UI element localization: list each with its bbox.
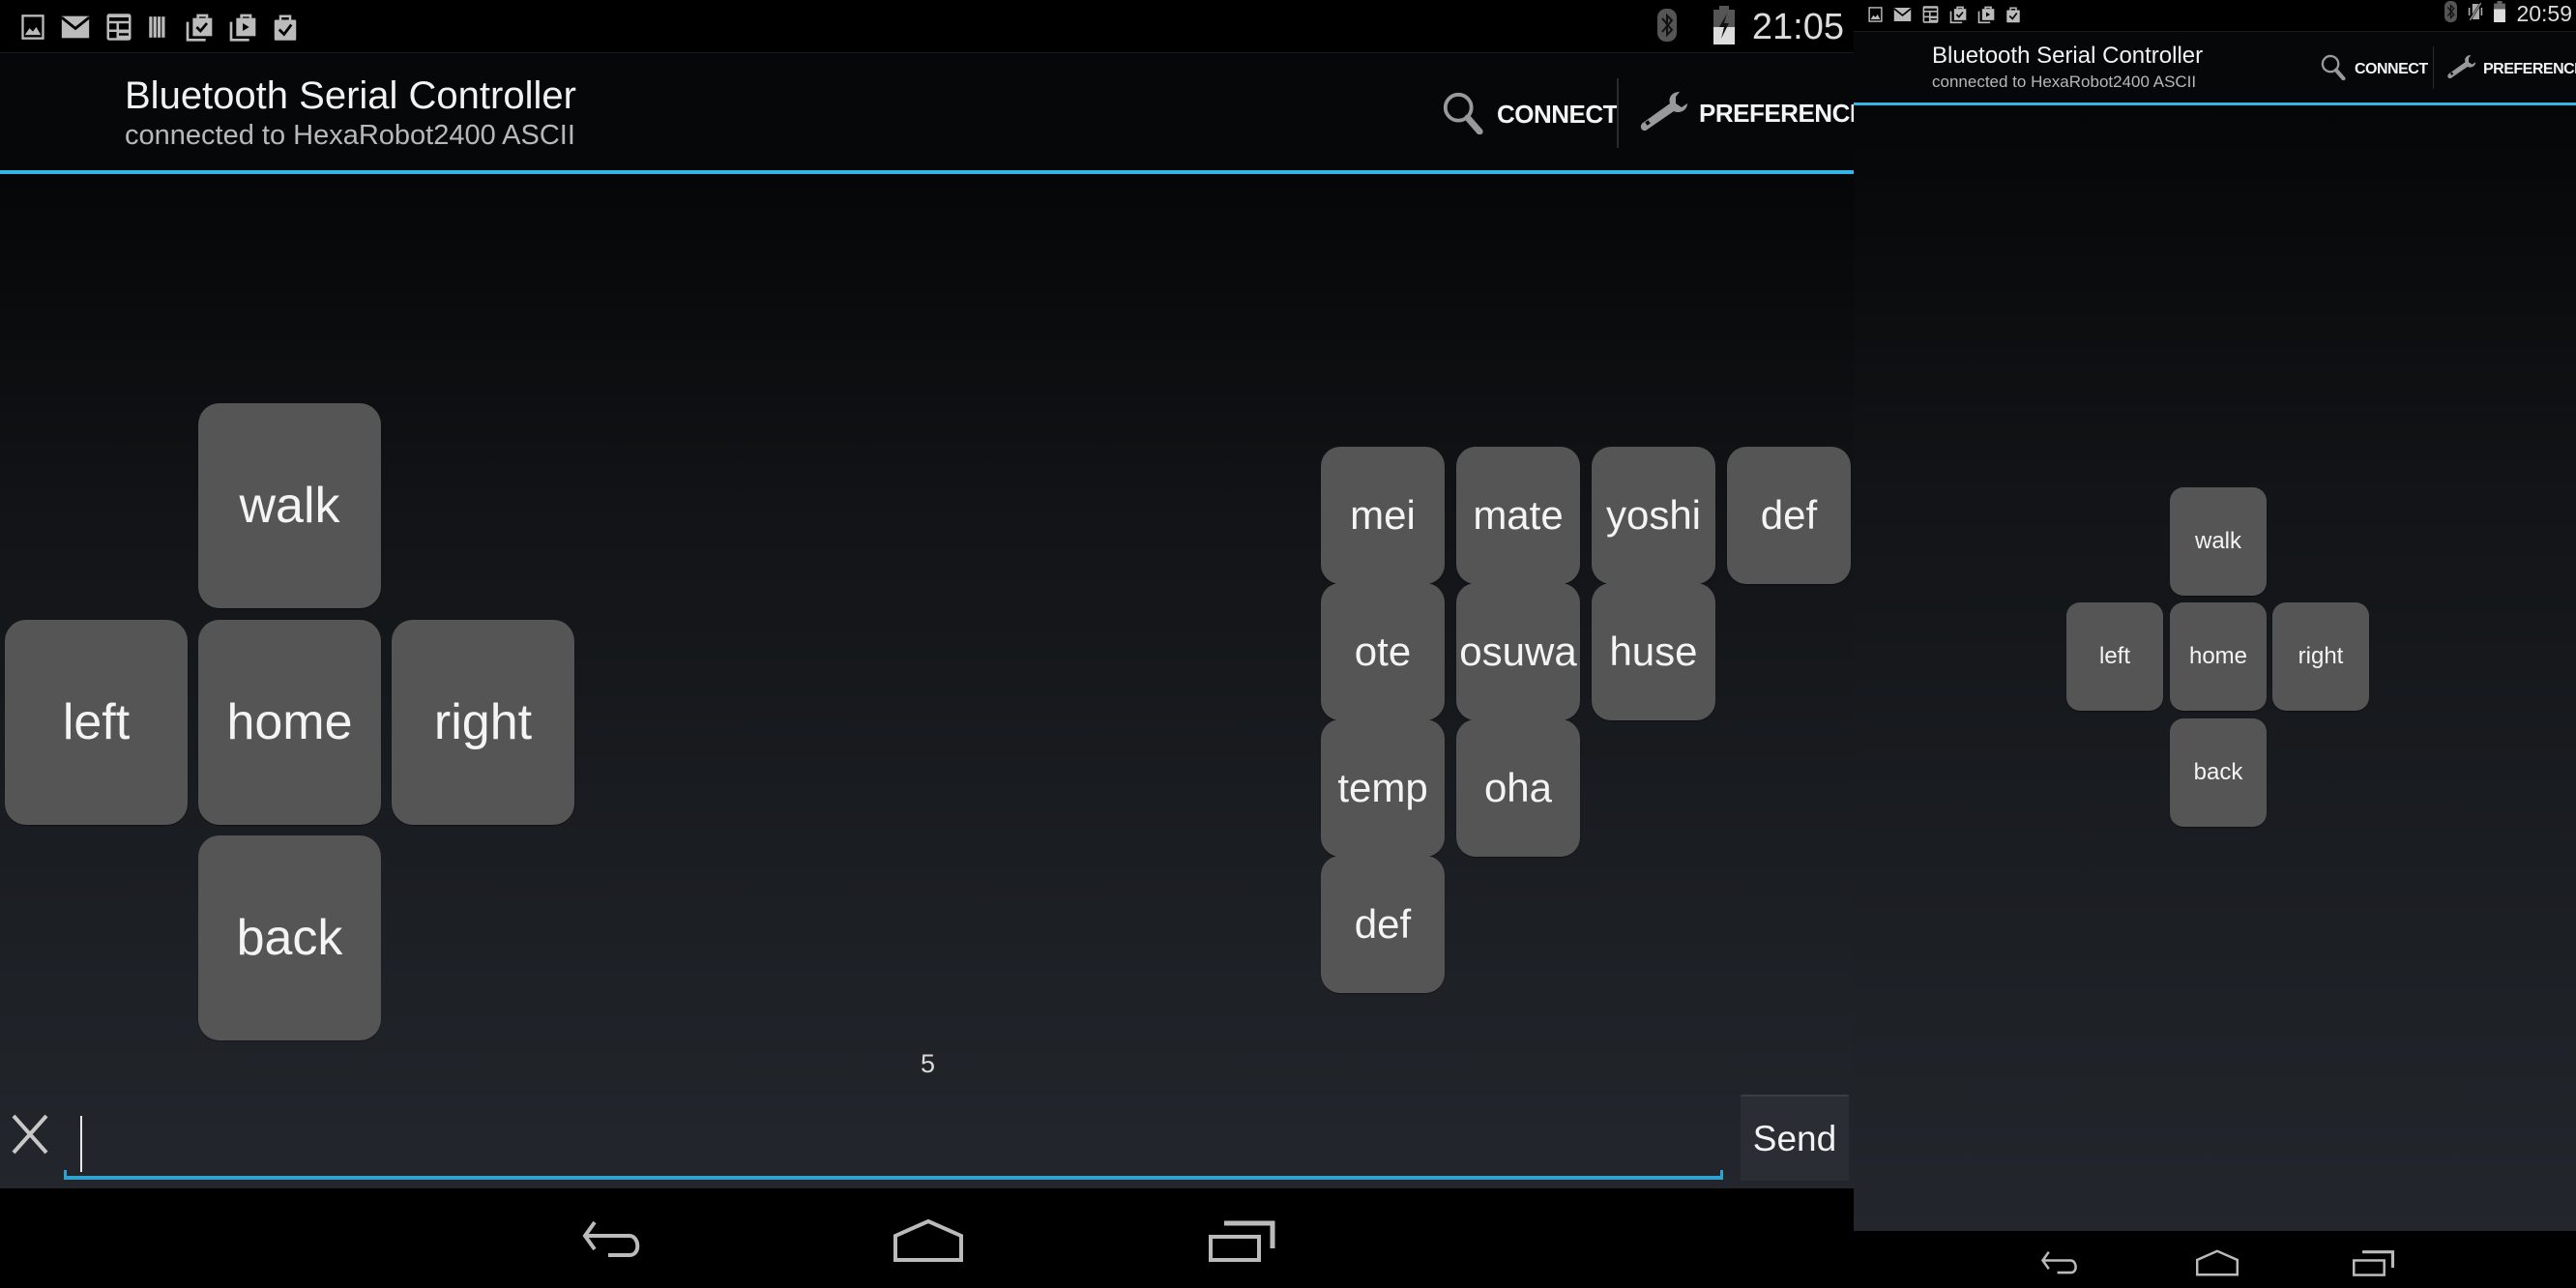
action-divider — [2433, 46, 2434, 89]
preference-button[interactable]: PREFERENCE — [1637, 88, 1854, 139]
recent-apps-icon — [2353, 1249, 2395, 1276]
back-arrow-icon — [2040, 1250, 2083, 1275]
action-bar: Bluetooth Serial Controller connected to… — [1854, 32, 2576, 103]
connection-subtitle: connected to HexaRobot2400 ASCII — [1932, 73, 2197, 91]
connect-button[interactable]: CONNECT — [1441, 90, 1619, 139]
image-icon — [1867, 4, 1884, 25]
navigation-bar — [1854, 1231, 2576, 1288]
back-arrow-icon — [581, 1220, 649, 1259]
connect-label: CONNECT — [2355, 60, 2428, 77]
dpad-down-button[interactable]: back — [198, 835, 381, 1040]
command-button[interactable]: ote — [1321, 583, 1445, 720]
image-icon — [19, 11, 46, 44]
clock: 20:59 — [2516, 1, 2572, 26]
text-cursor — [80, 1116, 82, 1172]
screen-small: 20:59 Bluetooth Serial Controller connec… — [1854, 0, 2576, 1288]
preference-label: PREFERENCE — [2483, 60, 2576, 77]
command-button[interactable]: osuwa — [1456, 583, 1580, 720]
store-check-stack-icon — [1948, 4, 1968, 25]
search-icon — [1441, 90, 1485, 139]
store-play-stack-icon — [1976, 4, 1996, 25]
system-status: 20:59 — [2444, 1, 2572, 27]
wrench-icon — [2445, 52, 2480, 86]
search-icon — [2320, 53, 2347, 85]
mail-icon — [59, 11, 92, 44]
dpad-center-button[interactable]: home — [198, 620, 381, 825]
dpad-left-button[interactable]: left — [2066, 602, 2163, 711]
battery-charging-icon — [1713, 6, 1735, 49]
barcode-icon — [146, 11, 171, 44]
clear-input-button[interactable] — [10, 1112, 50, 1156]
connect-button[interactable]: CONNECT — [2320, 53, 2428, 85]
controller-area: walk left home right back — [1854, 105, 2576, 1231]
command-button[interactable]: oha — [1456, 719, 1580, 857]
status-bar: 20:59 — [1854, 0, 2576, 32]
app-title: Bluetooth Serial Controller — [125, 74, 576, 117]
command-button[interactable]: def — [1727, 447, 1851, 584]
dpad-down-button[interactable]: back — [2170, 718, 2267, 827]
store-play-stack-icon — [227, 10, 258, 44]
clock: 21:05 — [1751, 7, 1844, 47]
dpad-right-button[interactable]: right — [2272, 602, 2369, 711]
recent-apps-icon — [1209, 1219, 1276, 1262]
news-icon — [104, 10, 133, 44]
store-check-stack-icon — [184, 10, 215, 44]
counter-value: 5 — [921, 1049, 936, 1078]
vibrate-off-icon — [2468, 1, 2483, 27]
dpad-up-button[interactable]: walk — [2170, 487, 2267, 596]
command-button[interactable]: def — [1321, 856, 1445, 993]
preference-label: PREFERENCE — [1699, 99, 1854, 128]
store-check-icon — [2005, 4, 2022, 25]
notification-icons — [19, 10, 300, 44]
nav-home-button[interactable] — [2196, 1249, 2239, 1276]
connection-subtitle: connected to HexaRobot2400 ASCII — [125, 120, 575, 151]
notification-icons — [1867, 4, 2022, 25]
connect-label: CONNECT — [1497, 100, 1619, 129]
news-icon — [1921, 4, 1940, 25]
command-input[interactable] — [64, 1102, 1723, 1180]
controller-area: walk left home right back mei mate yoshi… — [0, 174, 1854, 1188]
command-button[interactable]: mei — [1321, 447, 1445, 584]
screen-large: 21:05 Bluetooth Serial Controller connec… — [0, 0, 1854, 1288]
nav-home-button[interactable] — [893, 1219, 963, 1262]
dpad-left-button[interactable]: left — [5, 620, 188, 825]
navigation-bar — [0, 1188, 1854, 1288]
battery-icon — [2494, 1, 2505, 27]
command-button[interactable]: yoshi — [1592, 447, 1715, 584]
nav-back-button[interactable] — [2040, 1250, 2083, 1275]
wrench-icon — [1637, 88, 1695, 139]
close-icon — [10, 1144, 50, 1160]
home-icon — [2196, 1249, 2239, 1276]
command-button[interactable]: mate — [1456, 447, 1580, 584]
action-bar: Bluetooth Serial Controller connected to… — [0, 53, 1854, 171]
status-bar: 21:05 — [0, 0, 1854, 53]
home-icon — [893, 1219, 963, 1262]
dpad-up-button[interactable]: walk — [198, 403, 381, 608]
nav-back-button[interactable] — [581, 1220, 649, 1259]
command-button[interactable]: temp — [1321, 719, 1445, 857]
mail-icon — [1892, 4, 1913, 25]
store-check-icon — [271, 10, 300, 44]
send-button[interactable]: Send — [1741, 1095, 1849, 1181]
action-divider — [1617, 78, 1619, 148]
system-status: 21:05 — [1657, 6, 1844, 49]
nav-recents-button[interactable] — [2353, 1249, 2395, 1276]
preference-button[interactable]: PREFERENCE — [2445, 52, 2576, 86]
command-button[interactable]: huse — [1592, 583, 1715, 720]
dpad-center-button[interactable]: home — [2170, 602, 2267, 711]
nav-recents-button[interactable] — [1209, 1219, 1276, 1262]
bluetooth-icon — [2444, 1, 2457, 27]
dpad-right-button[interactable]: right — [392, 620, 574, 825]
app-title: Bluetooth Serial Controller — [1932, 43, 2204, 69]
bluetooth-icon — [1657, 9, 1677, 46]
